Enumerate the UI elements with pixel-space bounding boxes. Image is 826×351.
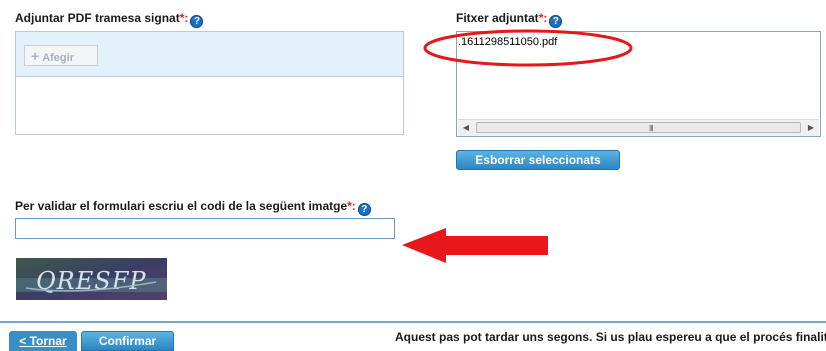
scrollbar-thumb[interactable]: III	[476, 122, 801, 133]
horizontal-scrollbar[interactable]: ◀ III ▶	[458, 119, 819, 136]
help-icon[interactable]: ?	[190, 15, 204, 28]
captcha-image: QRESFP	[16, 258, 167, 300]
confirm-button[interactable]: Confirmar	[81, 331, 174, 351]
back-button[interactable]: < Tornar	[9, 331, 77, 351]
captcha-label-text: Per validar el formulari escriu el codi …	[15, 199, 348, 213]
required-mark: *:	[347, 199, 356, 213]
upload-toolbar: + Afegir	[16, 32, 403, 77]
upload-label-text: Adjuntar PDF tramesa signat	[15, 11, 180, 25]
captcha-input[interactable]	[15, 218, 395, 239]
scroll-right-icon[interactable]: ▶	[803, 120, 819, 136]
status-message: Aquest pas pot tardar uns segons. Si us …	[395, 330, 826, 344]
plus-icon: +	[31, 48, 40, 64]
delete-selected-button[interactable]: Esborrar seleccionats	[456, 150, 620, 170]
back-link[interactable]: < Tornar	[9, 331, 77, 351]
required-mark: *:	[538, 11, 548, 25]
captcha-label: Per validar el formulari escriu el codi …	[15, 199, 371, 216]
help-icon[interactable]: ?	[357, 203, 371, 216]
scroll-left-icon[interactable]: ◀	[458, 120, 474, 136]
scrollbar-grip-icon: III	[649, 124, 654, 133]
footer-divider	[0, 321, 826, 323]
upload-panel: + Afegir	[15, 31, 404, 135]
upload-label: Adjuntar PDF tramesa signat*:?	[15, 11, 204, 28]
highlight-ellipse-annotation	[423, 29, 633, 67]
attached-label-text: Fitxer adjuntat	[456, 11, 539, 25]
attached-label: Fitxer adjuntat*:?	[456, 11, 563, 28]
add-file-button[interactable]: + Afegir	[24, 45, 98, 66]
arrow-left-annotation-icon	[402, 228, 548, 263]
required-mark: *:	[179, 11, 189, 25]
add-button-label: Afegir	[42, 52, 74, 64]
